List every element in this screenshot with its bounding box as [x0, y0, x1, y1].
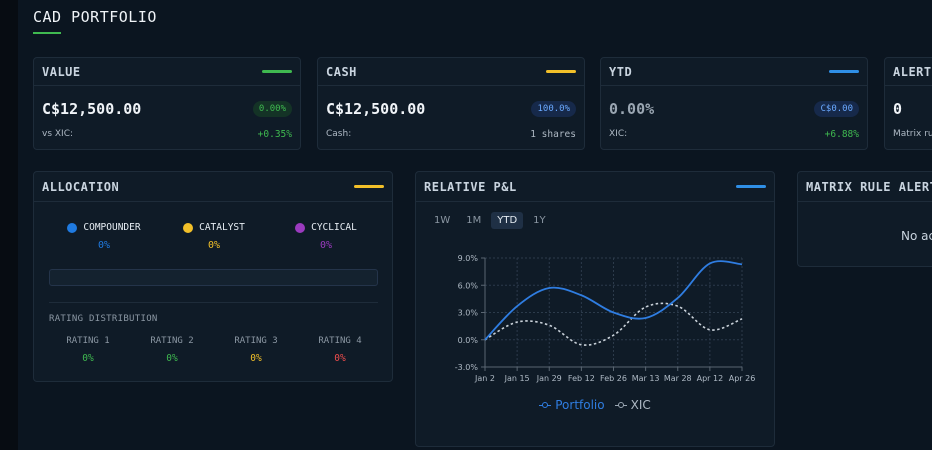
purple-dot-icon [295, 222, 306, 233]
stat-card-alerts: ALERTS 0 Matrix ru [884, 57, 932, 150]
benchmark-value: +0.35% [257, 129, 292, 140]
main-content: CAD PORTFOLIO VALUE C$12,500.00 0.00% vs… [18, 0, 932, 450]
stat-card-ytd: YTD 0.00% C$0.00 XIC: +6.88% [600, 57, 868, 150]
allocation-label: CYCLICAL [311, 222, 357, 233]
blue-line-icon [736, 185, 766, 188]
alerts-sub-label: Matrix ru [893, 129, 932, 139]
allocation-item-cyclical: CYCLICAL 0% [271, 222, 381, 251]
allocation-label: COMPOUNDER [83, 222, 141, 233]
x-tick-label: Mar 28 [664, 374, 692, 383]
legend-item-xic[interactable]: XIC [614, 398, 651, 412]
ytd-value: 0.00% [609, 100, 655, 118]
cash-percent-badge: 100.0% [531, 101, 576, 117]
relative-pnl-panel: RELATIVE P&L 1W 1M YTD 1Y 9.0% 6.0% 3.0% 0.… [415, 171, 775, 447]
allocation-title: ALLOCATION [42, 179, 120, 194]
portfolio-value: C$12,500.00 [42, 100, 142, 118]
ytd-amount-badge: C$0.00 [814, 101, 859, 117]
tab-1w[interactable]: 1W [428, 212, 456, 229]
matrix-rule-alerts-panel: MATRIX RULE ALERTS No ac [797, 171, 932, 267]
allocation-value: 0% [97, 240, 111, 251]
xic-value: +6.88% [824, 129, 859, 140]
yellow-line-icon [546, 70, 576, 73]
yellow-line-icon [354, 185, 384, 188]
legend-label: Portfolio [555, 398, 605, 412]
rating-value: 0% [82, 353, 94, 364]
y-tick-label: 3.0% [458, 309, 479, 318]
tab-1m[interactable]: 1M [460, 212, 487, 229]
cash-label: Cash: [326, 129, 352, 139]
allocation-item-catalyst: CATALYST 0% [159, 222, 269, 251]
allocation-bar [49, 269, 378, 286]
rating-label: RATING 3 [234, 336, 278, 346]
x-tick-label: Jan 29 [536, 374, 562, 383]
card-title: VALUE [42, 64, 81, 79]
allocation-item-compounder: COMPOUNDER 0% [49, 222, 159, 251]
benchmark-label: vs XIC: [42, 129, 74, 139]
xic-legend-icon [614, 401, 627, 409]
rating-label: RATING 2 [150, 336, 194, 346]
period-tabs: 1W 1M YTD 1Y [428, 212, 552, 229]
rating-label: RATING 1 [66, 336, 110, 346]
card-title: ALERTS [893, 64, 932, 79]
green-line-icon [262, 70, 292, 73]
divider [49, 302, 378, 303]
tab-1y[interactable]: 1Y [527, 212, 551, 229]
rating-value: 0% [250, 353, 262, 364]
rating-value: 0% [166, 353, 178, 364]
cash-shares: 1 shares [530, 129, 576, 140]
x-tick-label: Feb 26 [600, 374, 627, 383]
rating-label: RATING 4 [318, 336, 362, 346]
y-tick-label: 6.0% [458, 281, 479, 290]
alerts-empty-text: No ac [901, 229, 932, 243]
y-tick-label: 9.0% [458, 254, 479, 263]
x-tick-label: Mar 13 [632, 374, 660, 383]
allocation-label: CATALYST [199, 222, 245, 233]
allocation-value: 0% [207, 240, 221, 251]
x-tick-label: Jan 2 [474, 374, 495, 383]
blue-dot-icon [67, 222, 78, 233]
x-tick-label: Jan 15 [504, 374, 530, 383]
alerts-count: 0 [893, 100, 903, 118]
yellow-dot-icon [183, 222, 194, 233]
stat-card-cash: CASH C$12,500.00 100.0% Cash: 1 shares [317, 57, 585, 150]
title-underline [33, 32, 61, 34]
app-left-rail [0, 0, 18, 450]
page-title: CAD PORTFOLIO [33, 8, 157, 26]
y-tick-label: 0.0% [458, 336, 479, 345]
alerts-panel-title: MATRIX RULE ALERTS [806, 179, 932, 194]
rating-2: RATING 2 0% [132, 336, 212, 364]
rating-4: RATING 4 0% [300, 336, 380, 364]
chart-legend: Portfolio XIC [416, 398, 774, 412]
pnl-title: RELATIVE P&L [424, 179, 517, 194]
relative-pnl-chart: 9.0% 6.0% 3.0% 0.0% -3.0% Jan 2 Jan 15 Jan 29 Fe… [455, 254, 756, 383]
y-tick-label: -3.0% [455, 363, 479, 372]
x-tick-label: Apr 12 [697, 374, 724, 383]
tab-ytd[interactable]: YTD [491, 212, 524, 229]
rating-distribution-title: RATING DISTRIBUTION [49, 314, 158, 324]
cash-value: C$12,500.00 [326, 100, 426, 118]
blue-line-icon [829, 70, 859, 73]
portfolio-legend-icon [539, 401, 552, 409]
legend-label: XIC [630, 398, 651, 412]
x-tick-label: Apr 26 [729, 374, 756, 383]
legend-item-portfolio[interactable]: Portfolio [539, 398, 605, 412]
card-title: YTD [609, 64, 633, 79]
rating-3: RATING 3 0% [216, 336, 296, 364]
allocation-value: 0% [319, 240, 333, 251]
rating-1: RATING 1 0% [48, 336, 128, 364]
card-title: CASH [326, 64, 357, 79]
x-tick-label: Feb 12 [568, 374, 595, 383]
rating-value: 0% [334, 353, 346, 364]
allocation-panel: ALLOCATION COMPOUNDER 0% CATALYST 0% CYC… [33, 171, 393, 382]
xic-label: XIC: [609, 129, 628, 139]
value-change-badge: 0.00% [252, 101, 292, 117]
stat-card-value: VALUE C$12,500.00 0.00% vs XIC: +0.35% [33, 57, 301, 150]
